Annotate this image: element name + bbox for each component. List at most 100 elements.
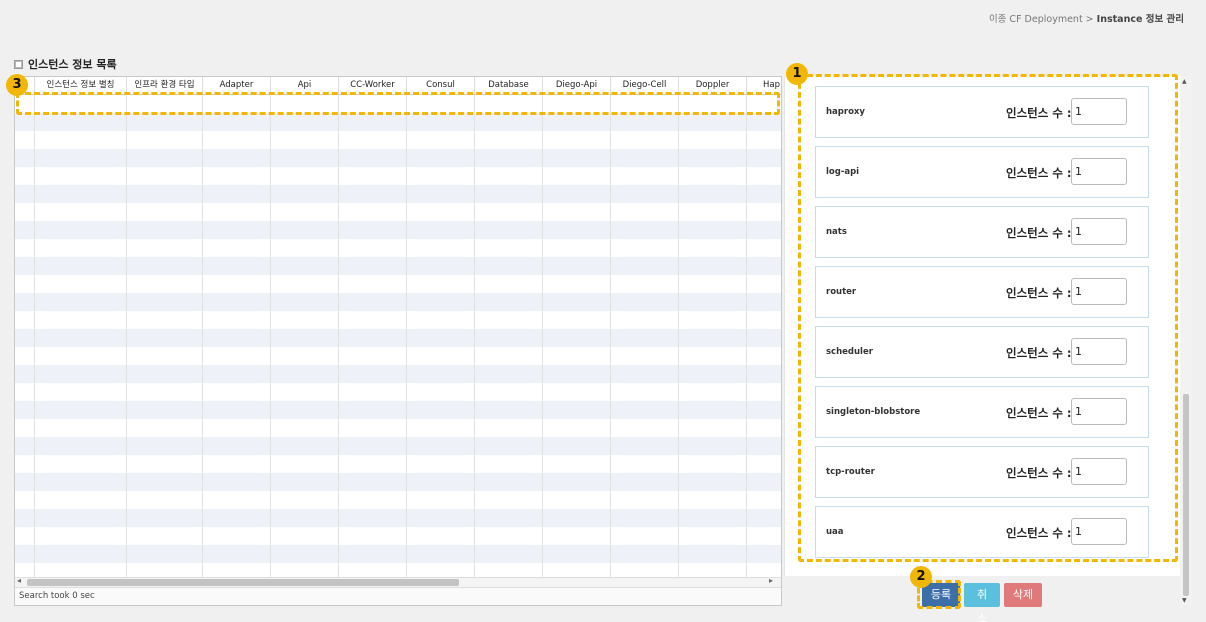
- grid-header-infra-type[interactable]: 인프라 환경 타입: [127, 77, 203, 94]
- table-cell: [127, 419, 203, 437]
- table-cell: [611, 329, 679, 347]
- grid-header-doppler[interactable]: Doppler: [679, 77, 747, 94]
- instance-count-input[interactable]: 1: [1071, 278, 1127, 305]
- instance-count-input[interactable]: 1: [1071, 218, 1127, 245]
- table-cell: [747, 347, 781, 365]
- table-row[interactable]: [15, 329, 781, 347]
- grid-header-diego-api[interactable]: Diego-Api: [543, 77, 611, 94]
- table-cell: [611, 401, 679, 419]
- table-row[interactable]: [15, 131, 781, 149]
- table-cell: [475, 95, 543, 113]
- register-button[interactable]: 등록: [922, 583, 960, 607]
- horizontal-scroll-thumb[interactable]: [27, 579, 459, 586]
- table-cell: [203, 509, 271, 527]
- table-row[interactable]: [15, 275, 781, 293]
- annotation-badge-2: 2: [910, 566, 932, 588]
- table-row[interactable]: [15, 383, 781, 401]
- table-cell: [543, 95, 611, 113]
- table-cell: [475, 365, 543, 383]
- table-cell: [747, 473, 781, 491]
- vertical-scroll-thumb[interactable]: [1183, 394, 1189, 596]
- table-row[interactable]: [15, 221, 781, 239]
- table-cell: [35, 149, 127, 167]
- grid-header-haproxy[interactable]: Hap: [747, 77, 781, 94]
- table-row[interactable]: [15, 167, 781, 185]
- delete-button[interactable]: 삭제: [1004, 583, 1042, 607]
- table-cell: [611, 311, 679, 329]
- table-cell: [15, 221, 35, 239]
- table-cell: [339, 491, 407, 509]
- table-cell: [543, 149, 611, 167]
- table-row[interactable]: [15, 545, 781, 563]
- table-row[interactable]: [15, 185, 781, 203]
- instance-count-input[interactable]: 1: [1071, 338, 1127, 365]
- table-row[interactable]: [15, 311, 781, 329]
- table-cell: [15, 437, 35, 455]
- horizontal-scrollbar[interactable]: ◂ ▸: [15, 576, 781, 587]
- scroll-up-arrow-icon[interactable]: ▲: [1182, 78, 1187, 85]
- table-cell: [127, 455, 203, 473]
- table-cell: [127, 347, 203, 365]
- table-cell: [271, 527, 339, 545]
- table-cell: [35, 365, 127, 383]
- table-row[interactable]: [15, 401, 781, 419]
- table-cell: [475, 383, 543, 401]
- table-row[interactable]: [15, 473, 781, 491]
- table-cell: [679, 401, 747, 419]
- grid-header-alias[interactable]: 인스턴스 정보 별칭: [35, 77, 127, 94]
- table-cell: [15, 419, 35, 437]
- instance-count-input[interactable]: 1: [1071, 158, 1127, 185]
- table-cell: [203, 347, 271, 365]
- table-cell: [15, 527, 35, 545]
- table-row[interactable]: [15, 149, 781, 167]
- scroll-right-arrow-icon[interactable]: ▸: [769, 576, 773, 585]
- table-cell: [15, 329, 35, 347]
- table-row[interactable]: [15, 437, 781, 455]
- table-cell: [679, 545, 747, 563]
- table-cell: [407, 113, 475, 131]
- table-row[interactable]: [15, 293, 781, 311]
- table-cell: [127, 185, 203, 203]
- table-cell: [407, 437, 475, 455]
- table-row[interactable]: [15, 509, 781, 527]
- instance-grid: 인스턴스 정보 별칭 인프라 환경 타입 Adapter Api CC-Work…: [14, 76, 782, 606]
- table-row[interactable]: [15, 113, 781, 131]
- table-row[interactable]: [15, 419, 781, 437]
- scroll-left-arrow-icon[interactable]: ◂: [17, 576, 21, 585]
- table-cell: [339, 347, 407, 365]
- table-cell: [407, 509, 475, 527]
- table-cell: [35, 401, 127, 419]
- table-row[interactable]: [15, 455, 781, 473]
- cancel-button[interactable]: 취소: [964, 583, 1000, 622]
- grid-header-diego-cell[interactable]: Diego-Cell: [611, 77, 679, 94]
- table-row[interactable]: [15, 95, 781, 113]
- table-cell: [747, 293, 781, 311]
- table-row[interactable]: [15, 257, 781, 275]
- table-cell: [407, 311, 475, 329]
- table-row[interactable]: [15, 527, 781, 545]
- table-row[interactable]: [15, 239, 781, 257]
- table-row[interactable]: [15, 491, 781, 509]
- grid-header-api[interactable]: Api: [271, 77, 339, 94]
- table-cell: [611, 239, 679, 257]
- table-row[interactable]: [15, 563, 781, 577]
- grid-header-consul[interactable]: Consul: [407, 77, 475, 94]
- table-cell: [747, 401, 781, 419]
- scroll-down-arrow-icon[interactable]: ▼: [1182, 597, 1187, 604]
- grid-header-cc-worker[interactable]: CC-Worker: [339, 77, 407, 94]
- instance-count-label: 인스턴스 수 :: [1006, 226, 1072, 240]
- table-cell: [271, 239, 339, 257]
- instance-count-input[interactable]: 1: [1071, 518, 1127, 545]
- vertical-scrollbar[interactable]: ▲ ▼: [1180, 76, 1192, 606]
- collapse-square-icon[interactable]: [14, 59, 23, 69]
- table-cell: [747, 167, 781, 185]
- instance-count-input[interactable]: 1: [1071, 458, 1127, 485]
- grid-header-adapter[interactable]: Adapter: [203, 77, 271, 94]
- instance-count-input[interactable]: 1: [1071, 398, 1127, 425]
- grid-header-database[interactable]: Database: [475, 77, 543, 94]
- table-cell: [271, 203, 339, 221]
- instance-count-input[interactable]: 1: [1071, 98, 1127, 125]
- table-row[interactable]: [15, 347, 781, 365]
- table-row[interactable]: [15, 365, 781, 383]
- table-row[interactable]: [15, 203, 781, 221]
